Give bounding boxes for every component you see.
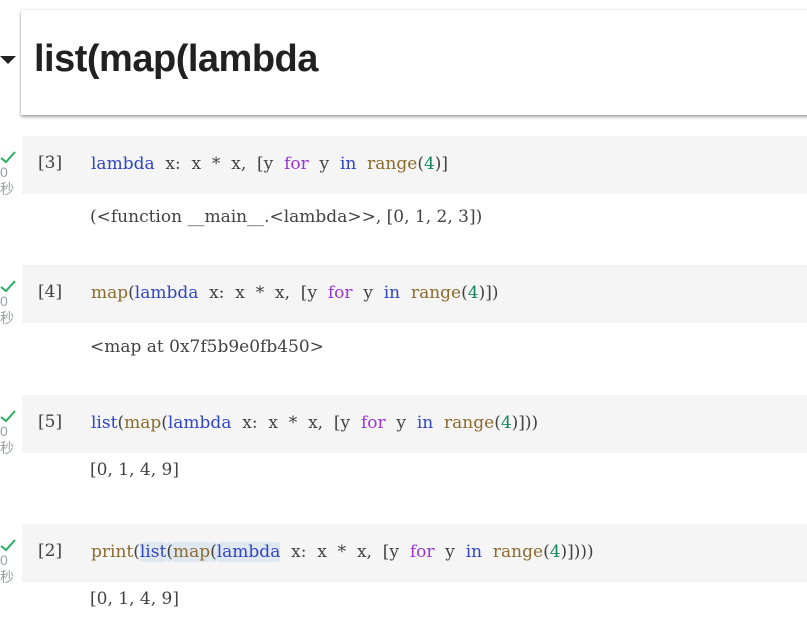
check-icon — [0, 410, 16, 423]
code-token: x: x * x, [y — [280, 542, 410, 562]
cell-output: [0, 1, 4, 9] — [90, 460, 179, 480]
code-token: range — [367, 154, 418, 174]
code-token: ( — [461, 283, 468, 303]
execution-time: 0 — [0, 423, 8, 439]
execution-time: 0 — [0, 164, 8, 180]
code-line[interactable]: lambda x: x * x, [y for y in range(4)] — [91, 154, 448, 174]
code-token: map — [91, 283, 129, 303]
code-token: ( — [210, 542, 217, 562]
code-editor[interactable]: [5] list(map(lambda x: x * x, [y for y in… — [22, 395, 807, 453]
code-token: range — [410, 283, 462, 303]
code-token: for — [409, 542, 435, 562]
code-token: range — [492, 542, 544, 562]
cell-output: <map at 0x7f5b9e0fb450> — [90, 337, 324, 357]
execution-count: [2] — [38, 541, 63, 561]
execution-count: [5] — [38, 412, 63, 432]
code-token: x: x * x, [y — [198, 283, 328, 303]
code-token: ( — [417, 154, 424, 174]
code-token: )] — [434, 154, 449, 174]
execution-status: 0秒 — [0, 538, 18, 586]
code-token: print — [91, 542, 134, 562]
execution-time-unit: 秒 — [0, 181, 14, 197]
code-editor[interactable]: [2] print(list(map(lambda x: x * x, [y fo… — [22, 524, 807, 582]
code-token: list — [139, 542, 167, 562]
code-token: range — [444, 413, 495, 433]
execution-status: 0秒 — [0, 150, 18, 198]
code-token: ( — [166, 542, 173, 562]
check-icon — [0, 539, 16, 552]
code-token: 4 — [467, 283, 479, 303]
code-token: )]))) — [560, 542, 594, 562]
code-token: in — [465, 542, 483, 562]
code-token: for — [360, 413, 386, 433]
execution-time: 0 — [0, 293, 8, 309]
code-token: lambda — [216, 542, 281, 562]
code-token: ( — [494, 413, 501, 433]
code-token: in — [383, 283, 401, 303]
execution-time-unit: 秒 — [0, 310, 14, 326]
cell-output: (<function __main__.<lambda>>, [0, 1, 2,… — [90, 207, 483, 227]
code-token: 4 — [549, 542, 561, 562]
check-icon — [0, 151, 16, 164]
code-editor[interactable]: [3] lambda x: x * x, [y for y in range(4)… — [22, 136, 807, 194]
code-token: x: x * x, [y — [154, 154, 285, 174]
caret-down-icon[interactable] — [0, 56, 16, 64]
code-token: in — [339, 154, 357, 174]
code-token: y — [434, 542, 466, 562]
code-line[interactable]: print(list(map(lambda x: x * x, [y for y… — [91, 542, 594, 562]
check-icon — [0, 280, 16, 293]
code-token: ( — [133, 542, 140, 562]
code-line[interactable]: map(lambda x: x * x, [y for y in range(4… — [91, 283, 498, 303]
execution-time-unit: 秒 — [0, 440, 14, 456]
code-token: x: x * x, [y — [231, 413, 361, 433]
code-token: ( — [543, 542, 550, 562]
code-token: ( — [128, 283, 135, 303]
code-token: lambda — [134, 283, 199, 303]
code-token: ( — [161, 413, 168, 433]
code-token: )])) — [511, 413, 539, 433]
cell-output: [0, 1, 4, 9] — [90, 589, 179, 609]
execution-count: [4] — [38, 282, 63, 302]
execution-status: 0秒 — [0, 279, 18, 327]
heading-cell[interactable]: list(map(lambda — [21, 10, 807, 115]
code-token: map — [124, 413, 162, 433]
code-token: lambda — [91, 154, 155, 174]
execution-time-unit: 秒 — [0, 569, 14, 585]
code-token: for — [327, 283, 353, 303]
code-token: 4 — [423, 154, 435, 174]
code-token: map — [172, 542, 211, 562]
execution-status: 0秒 — [0, 409, 18, 457]
code-line[interactable]: list(map(lambda x: x * x, [y for y in ra… — [91, 413, 538, 433]
code-token: lambda — [167, 413, 232, 433]
code-token: list — [91, 413, 118, 433]
code-token: for — [284, 154, 309, 174]
code-editor[interactable]: [4] map(lambda x: x * x, [y for y in rang… — [22, 265, 807, 323]
execution-time: 0 — [0, 552, 8, 568]
execution-count: [3] — [38, 153, 63, 173]
code-token: y — [352, 283, 384, 303]
heading-text: list(map(lambda — [34, 38, 318, 80]
code-token: in — [416, 413, 434, 433]
code-token: )]) — [478, 283, 499, 303]
code-token: y — [308, 154, 340, 174]
code-token: y — [385, 413, 417, 433]
code-token: 4 — [500, 413, 512, 433]
